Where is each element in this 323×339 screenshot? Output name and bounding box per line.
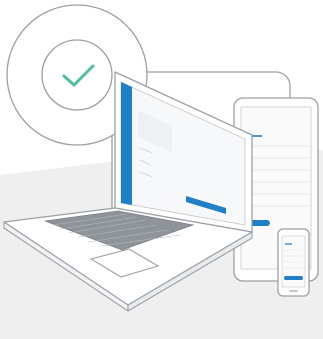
illustration-canvas	[0, 0, 323, 339]
phone-device	[277, 228, 310, 297]
badge-inner-ring	[41, 39, 113, 111]
laptop-sidebar	[121, 82, 132, 205]
phone-primary-button	[284, 276, 303, 280]
devices-success-illustration	[0, 0, 323, 339]
phone-home-bar	[289, 290, 298, 292]
